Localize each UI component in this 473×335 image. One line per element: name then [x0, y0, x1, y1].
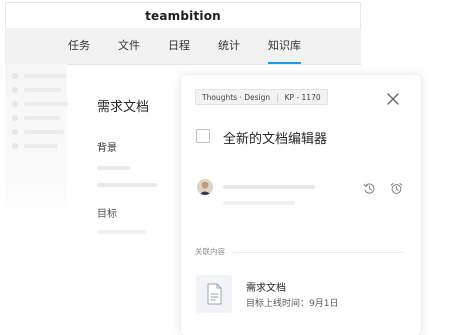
linked-document-title: 需求文档 [246, 283, 286, 294]
linked-content-label: 关联内容 [195, 247, 225, 256]
tab-tasks[interactable]: 任务 [68, 28, 90, 64]
sidebar [5, 64, 68, 224]
tab-knowledge-base[interactable]: 知识库 [268, 28, 301, 64]
breadcrumb-separator: | [276, 92, 279, 102]
avatar[interactable] [197, 179, 213, 195]
app-titlebar: teambition [5, 2, 361, 28]
document-title: 需求文档 [97, 100, 150, 115]
breadcrumb-project: Thoughts · Design [202, 92, 271, 102]
text-placeholder-line [97, 183, 157, 187]
breadcrumb-task-id: KP - 1170 [284, 92, 321, 102]
tab-schedule[interactable]: 日程 [168, 28, 190, 64]
task-title[interactable]: 全新的文档编辑器 [223, 128, 327, 147]
app-title: teambition [145, 8, 221, 23]
executor-placeholder-line [223, 201, 295, 205]
tab-statistics[interactable]: 统计 [218, 28, 240, 64]
linked-document-subtitle: 目标上线时间：9月1日 [246, 299, 339, 309]
linked-content-divider: 关联内容 [195, 246, 405, 258]
alarm-clock-icon[interactable] [390, 180, 403, 194]
section-heading-background: 背景 [97, 143, 117, 154]
close-icon[interactable] [386, 91, 400, 105]
task-complete-checkbox[interactable] [196, 129, 210, 143]
breadcrumb[interactable]: Thoughts · Design | KP - 1170 [195, 89, 328, 105]
executor-placeholder-line [223, 185, 315, 189]
history-icon[interactable] [363, 180, 376, 194]
linked-document-item[interactable]: 需求文档 目标上线时间：9月1日 [196, 275, 406, 315]
section-heading-goal: 目标 [97, 209, 117, 220]
tab-files[interactable]: 文件 [118, 28, 140, 64]
divider-line [233, 252, 405, 253]
document-icon [196, 275, 232, 313]
text-placeholder-line [97, 230, 147, 234]
app-nav: 任务 文件 日程 统计 知识库 [5, 28, 361, 65]
text-placeholder-line [97, 166, 130, 170]
task-detail-card: Thoughts · Design | KP - 1170 全新的文档编辑器 关… [181, 75, 421, 335]
